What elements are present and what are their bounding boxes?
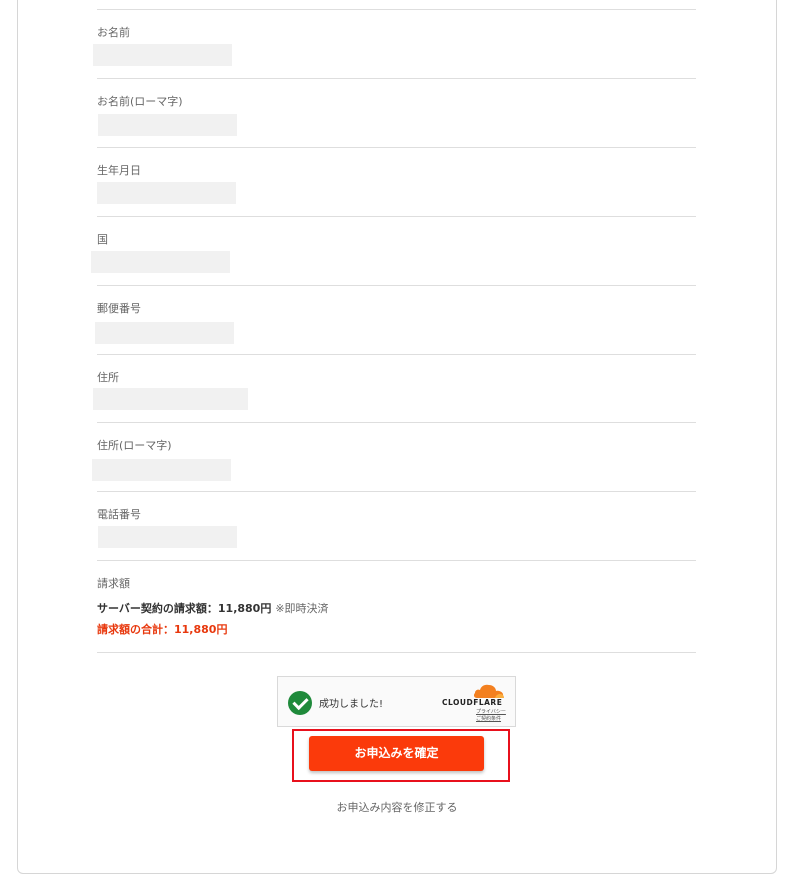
field-label-name-romaji: お名前(ローマ字) [97,95,183,108]
field-row-postal-code: 郵便番号 [95,285,696,355]
billing-server-amount: サーバー契約の請求額：11,880円 [97,602,272,615]
billing-server-line: サーバー契約の請求額：11,880円 ※即時決済 [97,600,329,616]
cloudflare-cloud-icon [473,684,504,698]
field-value-name [93,44,232,66]
field-label-name: お名前 [97,26,130,39]
field-value-country [91,251,230,273]
field-row-address-romaji: 住所(ローマ字) [92,422,696,492]
field-value-postal-code [95,322,234,344]
field-row-name: お名前 [93,9,696,79]
field-row-address: 住所 [93,354,696,423]
field-row-name-romaji: お名前(ローマ字) [97,78,696,148]
field-value-name-romaji [98,114,237,136]
field-label-birthdate: 生年月日 [97,164,141,177]
cloudflare-terms-link[interactable]: ご契約条件 [476,716,506,723]
field-row-phone: 電話番号 [97,491,696,561]
turnstile-status: 成功しました! [319,699,384,710]
cloudflare-brand: CLOUDFLARE [442,698,503,707]
field-value-phone [98,526,237,548]
modify-application-link[interactable]: お申込み内容を修正する [0,799,794,815]
field-row-birthdate: 生年月日 [97,147,696,217]
field-label-address-romaji: 住所(ローマ字) [97,439,172,452]
field-row-country: 国 [91,216,696,286]
billing-server-note: ※即時決済 [275,602,329,615]
turnstile-widget[interactable]: 成功しました! CLOUDFLARE プライバシー ご契約条件 [277,676,516,727]
field-value-address [93,388,248,410]
cloudflare-links: プライバシー ご契約条件 [476,709,506,723]
field-label-postal-code: 郵便番号 [97,302,141,315]
check-circle-icon [288,691,312,715]
field-value-address-romaji [92,459,231,481]
field-label-country: 国 [97,233,108,246]
field-value-birthdate [97,182,236,204]
cloudflare-privacy-link[interactable]: プライバシー [476,709,506,716]
field-label-address: 住所 [97,371,119,384]
billing-total: 請求額の合計：11,880円 [97,623,228,636]
billing-label: 請求額 [97,577,130,590]
confirm-application-button[interactable]: お申込みを確定 [309,736,484,771]
field-label-phone: 電話番号 [97,508,141,521]
